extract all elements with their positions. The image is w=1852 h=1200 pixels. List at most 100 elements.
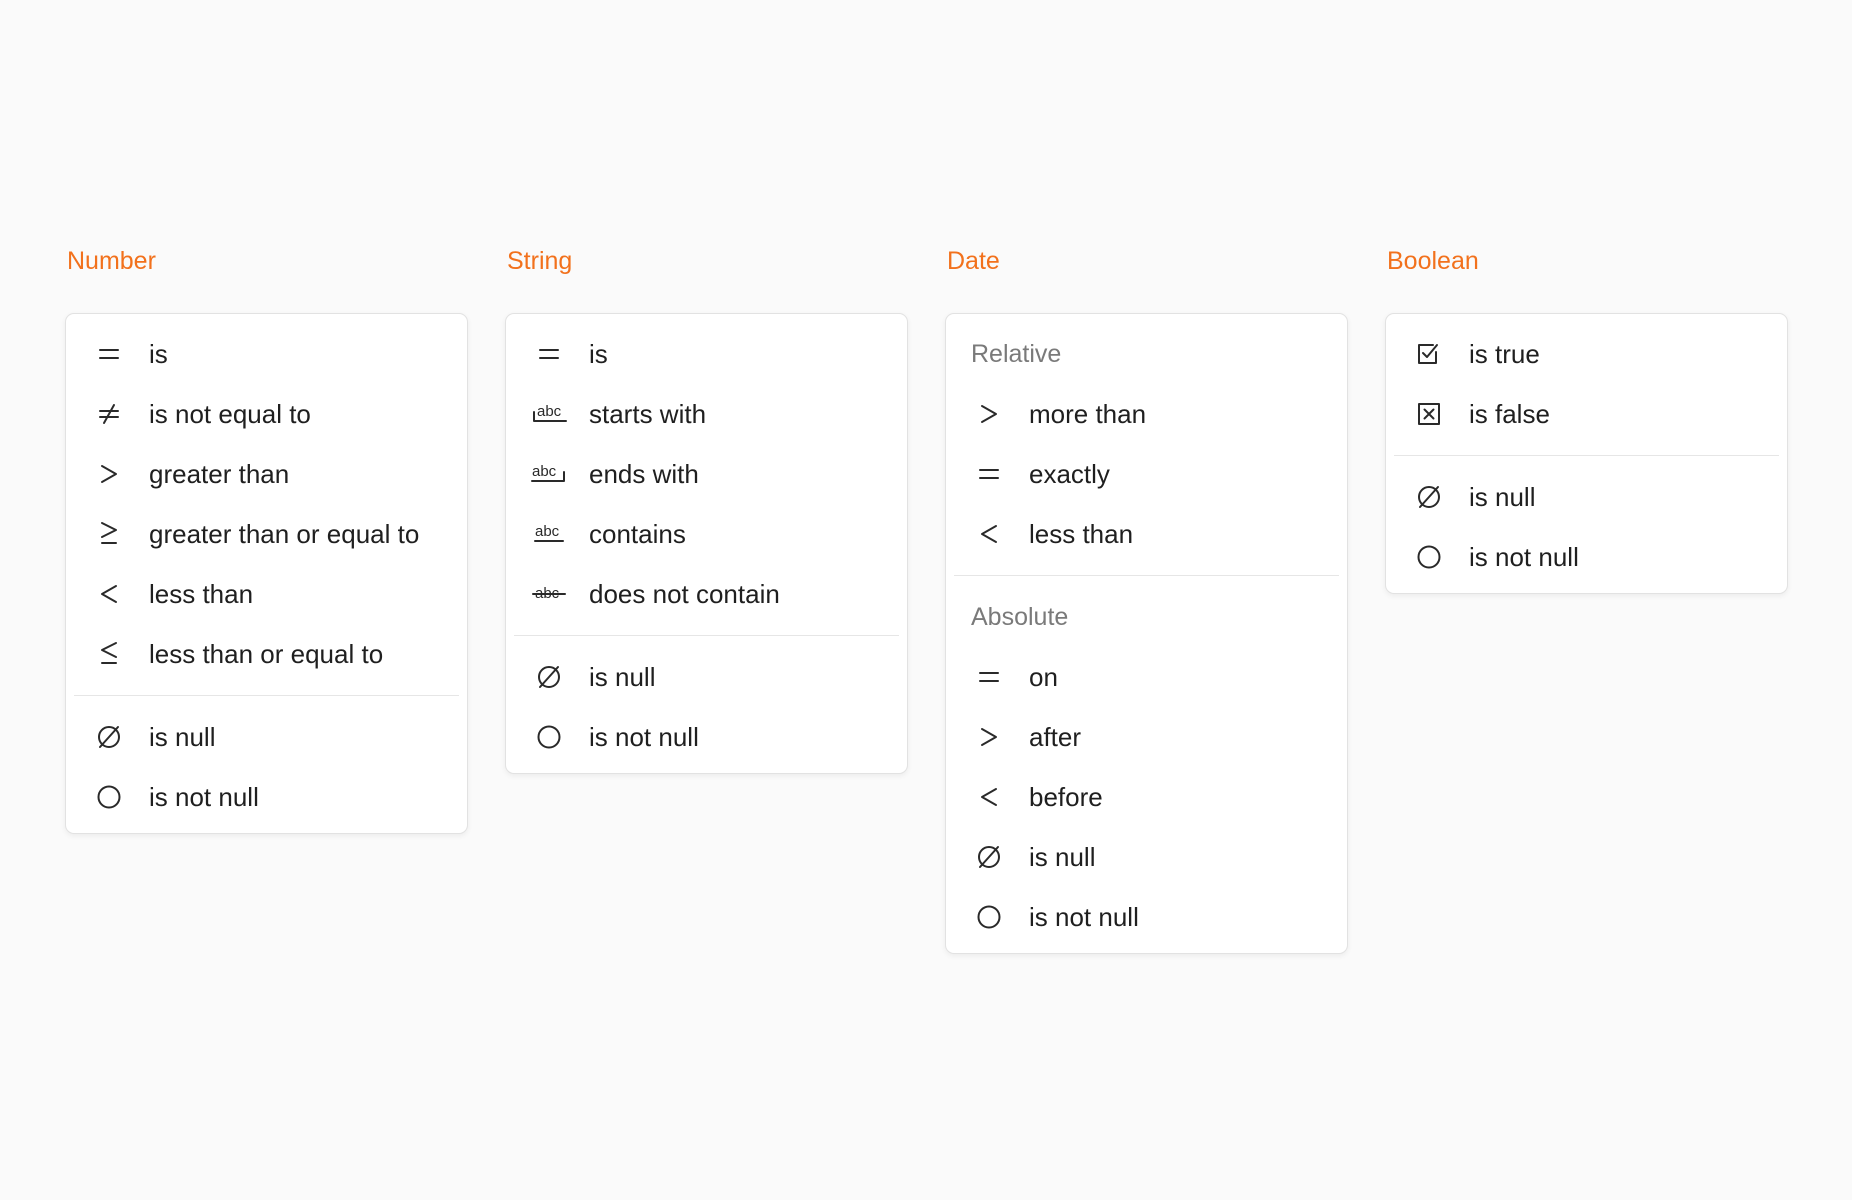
greater-or-equal-icon	[91, 519, 127, 549]
not-equal-icon	[91, 399, 127, 429]
menu-item[interactable]: is not null	[74, 767, 459, 827]
greater-than-icon	[971, 399, 1007, 429]
menu-item[interactable]: greater than or equal to	[74, 504, 459, 564]
circle-icon	[971, 902, 1007, 932]
menu-item[interactable]: is not null	[1394, 527, 1779, 587]
column-number: Number is is not equal to greater than g…	[65, 244, 468, 834]
empty-set-icon	[91, 722, 127, 752]
circle-icon	[1411, 542, 1447, 572]
empty-set-icon	[531, 662, 567, 692]
menu-item[interactable]: before	[954, 767, 1339, 827]
menu-item[interactable]: on	[954, 647, 1339, 707]
menu-item[interactable]: is not null	[514, 707, 899, 767]
column-title: Boolean	[1387, 247, 1479, 275]
menu-item-label: less than	[149, 578, 254, 609]
column-string: String is abc starts with abc ends with ab…	[505, 244, 908, 774]
menu-item[interactable]: is false	[1394, 384, 1779, 444]
menu-item-label: is	[589, 338, 608, 369]
empty-set-icon	[971, 842, 1007, 872]
menu-item-label: is not equal to	[149, 398, 311, 429]
equals-icon	[971, 459, 1007, 489]
menu-item-label: ends with	[589, 458, 699, 489]
menu-item[interactable]: less than or equal to	[74, 624, 459, 684]
menu-item[interactable]: is null	[514, 647, 899, 707]
divider	[1394, 455, 1779, 456]
column-title: Number	[67, 247, 156, 275]
equals-icon	[531, 339, 567, 369]
menu-item[interactable]: abc ends with	[514, 444, 899, 504]
svg-text:abc: abc	[535, 523, 560, 540]
column-title: Date	[947, 247, 1000, 275]
less-than-icon	[971, 782, 1007, 812]
divider	[954, 575, 1339, 576]
circle-icon	[531, 722, 567, 752]
menu-item[interactable]: exactly	[954, 444, 1339, 504]
divider	[514, 635, 899, 636]
menu-item[interactable]: abc starts with	[514, 384, 899, 444]
starts-with-icon: abc	[531, 399, 567, 429]
menu-item-label: is null	[589, 661, 656, 692]
menu-item-label: less than	[1029, 518, 1134, 549]
menu-item-label: greater than	[149, 458, 290, 489]
menu-item-label: less than or equal to	[149, 638, 384, 669]
menu-item[interactable]: is not equal to	[74, 384, 459, 444]
menu-item[interactable]: is	[514, 324, 899, 384]
empty-set-icon	[1411, 482, 1447, 512]
menu-item[interactable]: more than	[954, 384, 1339, 444]
menu-item-label: is true	[1469, 338, 1540, 369]
operator-menu: is true is false is null is not null	[1385, 313, 1788, 594]
menu-item-label: is not null	[149, 781, 259, 812]
column-boolean: Boolean is true is false is null is not …	[1385, 244, 1788, 594]
circle-icon	[91, 782, 127, 812]
menu-item-label: is not null	[1029, 901, 1139, 932]
menu-item[interactable]: greater than	[74, 444, 459, 504]
operator-menu: is is not equal to greater than greater …	[65, 313, 468, 834]
menu-item-label: is null	[1029, 841, 1096, 872]
menu-item-label: does not contain	[589, 578, 780, 609]
greater-than-icon	[91, 459, 127, 489]
menu-item[interactable]: is null	[954, 827, 1339, 887]
menu-item-label: greater than or equal to	[149, 518, 420, 549]
svg-text:abc: abc	[532, 463, 557, 480]
menu-item-label: exactly	[1029, 458, 1110, 489]
menu-item-label: is	[149, 338, 168, 369]
checkbox-x-icon	[1411, 399, 1447, 429]
column-date: Date Relative more than exactly less tha…	[945, 244, 1348, 954]
menu-item-label: contains	[589, 518, 686, 549]
menu-item-label: starts with	[589, 398, 707, 429]
menu-item[interactable]: is not null	[954, 887, 1339, 947]
menu-item-label: on	[1029, 661, 1058, 692]
menu-item[interactable]: less than	[74, 564, 459, 624]
group-label-relative: Relative	[971, 340, 1062, 368]
menu-item-label: is not null	[1469, 541, 1579, 572]
menu-item[interactable]: abc contains	[514, 504, 899, 564]
menu-item-label: is not null	[589, 721, 699, 752]
menu-item[interactable]: less than	[954, 504, 1339, 564]
menu-item[interactable]: is null	[1394, 467, 1779, 527]
operator-menu: Relative more than exactly less than Abs…	[945, 313, 1348, 954]
menu-item[interactable]: after	[954, 707, 1339, 767]
menu-item-label: is false	[1469, 398, 1550, 429]
menu-item[interactable]: is null	[74, 707, 459, 767]
less-than-icon	[91, 579, 127, 609]
menu-item-label: before	[1029, 781, 1103, 812]
menu-item[interactable]: abc does not contain	[514, 564, 899, 624]
column-title: String	[507, 247, 573, 275]
contains-icon: abc	[531, 519, 567, 549]
greater-than-icon	[971, 722, 1007, 752]
group-label-absolute: Absolute	[971, 603, 1069, 631]
menu-item-label: is null	[149, 721, 216, 752]
does-not-contain-icon: abc	[531, 579, 567, 609]
menu-item[interactable]: is	[74, 324, 459, 384]
less-or-equal-icon	[91, 639, 127, 669]
menu-item-label: after	[1029, 721, 1082, 752]
menu-item[interactable]: is true	[1394, 324, 1779, 384]
menu-item-label: is null	[1469, 481, 1536, 512]
operator-menu: is abc starts with abc ends with abc contai…	[505, 313, 908, 774]
ends-with-icon: abc	[531, 459, 567, 489]
svg-text:abc: abc	[537, 403, 562, 420]
equals-icon	[91, 339, 127, 369]
divider	[74, 695, 459, 696]
checkbox-checked-icon	[1411, 339, 1447, 369]
equals-icon	[971, 662, 1007, 692]
